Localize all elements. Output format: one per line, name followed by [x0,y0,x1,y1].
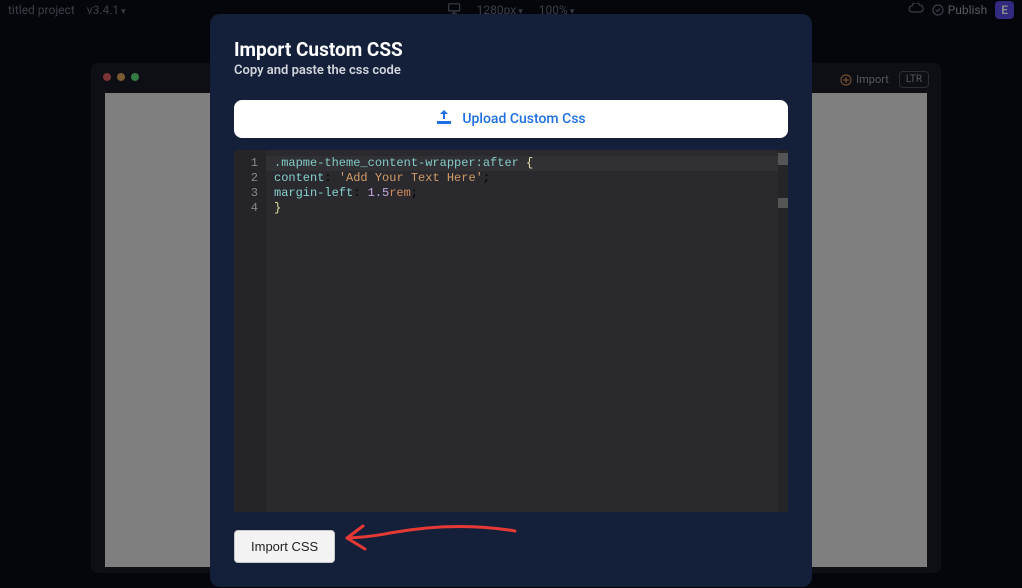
css-code-editor[interactable]: 1 2 3 4 .mapme-theme_content-wrapper:aft… [234,150,788,512]
import-css-button[interactable]: Import CSS [234,530,335,563]
modal-title: Import Custom CSS [234,38,788,61]
upload-label: Upload Custom Css [462,111,585,127]
upload-icon [436,110,452,128]
import-css-modal: Import Custom CSS Copy and paste the css… [210,14,812,587]
modal-subtitle: Copy and paste the css code [234,63,788,78]
editor-scrollbar[interactable] [778,150,788,512]
upload-css-button[interactable]: Upload Custom Css [234,100,788,138]
code-area[interactable]: .mapme-theme_content-wrapper:after { con… [266,150,788,512]
line-gutter: 1 2 3 4 [234,150,266,512]
